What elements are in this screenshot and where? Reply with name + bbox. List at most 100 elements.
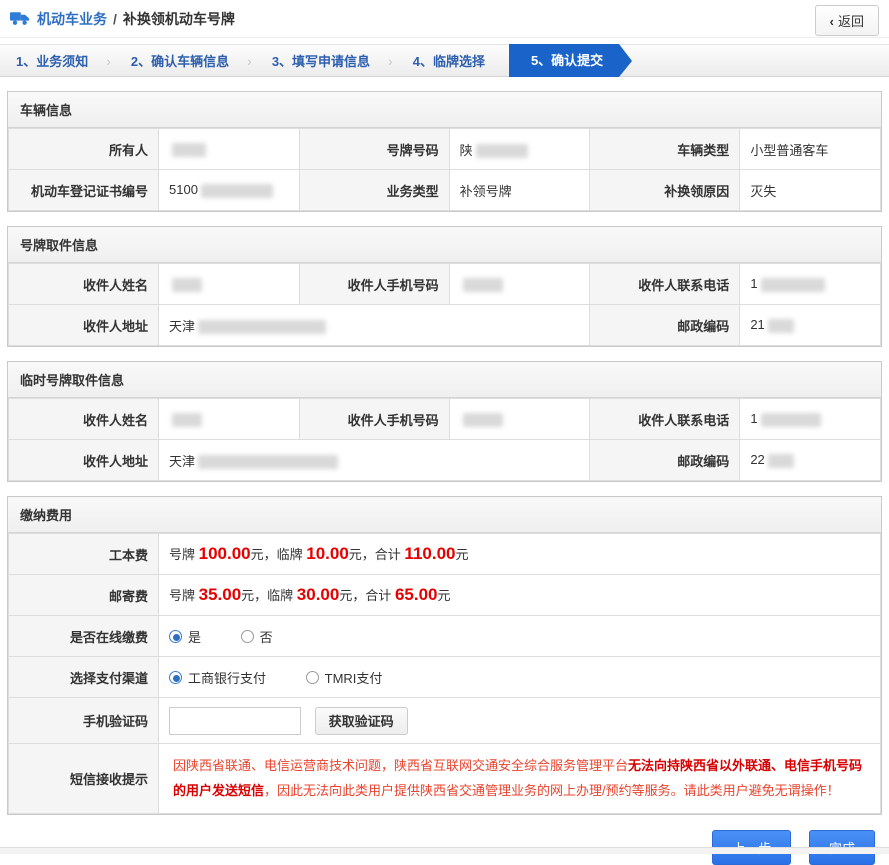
- redacted-value: [761, 278, 825, 292]
- fees-title: 缴纳费用: [8, 497, 881, 533]
- table-row: 收件人地址 天津 邮政编码 22: [9, 440, 881, 481]
- online-payment-no-radio[interactable]: 否: [241, 627, 273, 646]
- fees-section: 缴纳费用 工本费 号牌 100.00元，临牌 10.00元，合计 110.00元…: [7, 496, 882, 815]
- redacted-value: [761, 413, 821, 427]
- online-payment-no-label: 否: [260, 627, 273, 646]
- radio-selected-icon: [169, 671, 182, 684]
- radio-unselected-icon: [306, 671, 319, 684]
- vehicle-info-section: 车辆信息 所有人 号牌号码 陕 车辆类型 小型普通客车 机动车登记证书编号 51…: [7, 91, 882, 212]
- channel-icbc-label: 工商银行支付: [188, 668, 266, 687]
- postage-fee-temp-amount: 30.00: [297, 585, 340, 604]
- recipient-mobile-value: [449, 399, 590, 440]
- vehicle-type-label: 车辆类型: [590, 129, 740, 170]
- step-progress-bar: 1、业务须知 › 2、确认车辆信息 › 3、填写申请信息 › 4、临牌选择 5、…: [0, 44, 889, 77]
- sms-notice-part1: 因陕西省联通、电信运营商技术问题，陕西省互联网交通安全综合服务管理平台: [173, 758, 628, 773]
- fees-table: 工本费 号牌 100.00元，临牌 10.00元，合计 110.00元 邮寄费 …: [8, 533, 881, 814]
- sms-code-input[interactable]: [169, 707, 301, 735]
- business-type-value: 补领号牌: [449, 170, 590, 211]
- redacted-value: [201, 184, 273, 198]
- postal-code-label: 邮政编码: [590, 440, 740, 481]
- online-payment-yes-radio[interactable]: 是: [169, 627, 201, 646]
- step-separator-icon: ›: [106, 53, 111, 69]
- sms-notice-part3: ，因此无法向此类用户提供陕西省交通管理业务的网上办理/预约等服务。请此类用户避免…: [264, 783, 840, 798]
- plate-number-value: 陕: [449, 129, 590, 170]
- redacted-value: [463, 413, 503, 427]
- sms-notice-label: 短信接收提示: [9, 744, 159, 814]
- recipient-name-value: [159, 264, 300, 305]
- temp-plate-pickup-table: 收件人姓名 收件人手机号码 收件人联系电话 1 收件人地址 天津 邮政编码 22: [8, 398, 881, 481]
- plate-pickup-table: 收件人姓名 收件人手机号码 收件人联系电话 1 收件人地址 天津 邮政编码 21: [8, 263, 881, 346]
- plate-pickup-title: 号牌取件信息: [8, 227, 881, 263]
- postage-fee-total-amount: 65.00: [395, 585, 438, 604]
- table-row: 短信接收提示 因陕西省联通、电信运营商技术问题，陕西省互联网交通安全综合服务管理…: [9, 744, 881, 814]
- get-sms-code-button[interactable]: 获取验证码: [315, 707, 408, 735]
- channel-tmri-radio[interactable]: TMRI支付: [306, 668, 383, 687]
- channel-tmri-label: TMRI支付: [325, 668, 383, 687]
- temp-plate-pickup-section: 临时号牌取件信息 收件人姓名 收件人手机号码 收件人联系电话 1 收件人地址 天…: [7, 361, 882, 482]
- radio-unselected-icon: [241, 630, 254, 643]
- postal-code-label: 邮政编码: [590, 305, 740, 346]
- truck-icon: [10, 11, 30, 26]
- redacted-value: [198, 320, 326, 334]
- redacted-value: [172, 143, 206, 157]
- step-5-confirm-submit-active: 5、确认提交: [509, 44, 619, 77]
- postal-code-value: 22: [740, 440, 881, 481]
- recipient-mobile-label: 收件人手机号码: [299, 399, 449, 440]
- postage-fee-plate-amount: 35.00: [199, 585, 242, 604]
- step-separator-icon: ›: [247, 53, 252, 69]
- table-row: 收件人姓名 收件人手机号码 收件人联系电话 1: [9, 399, 881, 440]
- table-row: 工本费 号牌 100.00元，临牌 10.00元，合计 110.00元: [9, 534, 881, 575]
- work-fee-plate-amount: 100.00: [199, 544, 251, 563]
- back-chevron-icon: ‹: [830, 14, 834, 29]
- table-row: 收件人地址 天津 邮政编码 21: [9, 305, 881, 346]
- redacted-value: [768, 319, 794, 333]
- sms-notice-text: 因陕西省联通、电信运营商技术问题，陕西省互联网交通安全综合服务管理平台无法向持陕…: [159, 744, 881, 814]
- recipient-address-label: 收件人地址: [9, 440, 159, 481]
- work-fee-total-amount: 110.00: [404, 544, 455, 563]
- payment-channel-label: 选择支付渠道: [9, 657, 159, 698]
- owner-label: 所有人: [9, 129, 159, 170]
- breadcrumb-business-category[interactable]: 机动车业务: [37, 9, 107, 29]
- plate-pickup-section: 号牌取件信息 收件人姓名 收件人手机号码 收件人联系电话 1 收件人地址 天津 …: [7, 226, 882, 347]
- recipient-phone-value: 1: [740, 399, 881, 440]
- table-row: 是否在线缴费 是 否: [9, 616, 881, 657]
- table-row: 收件人姓名 收件人手机号码 收件人联系电话 1: [9, 264, 881, 305]
- postage-fee-value: 号牌 35.00元，临牌 30.00元，合计 65.00元: [159, 575, 881, 616]
- channel-icbc-radio[interactable]: 工商银行支付: [169, 668, 266, 687]
- step-2-confirm-vehicle: 2、确认车辆信息: [131, 51, 229, 70]
- replace-reason-value: 灭失: [740, 170, 881, 211]
- recipient-phone-label: 收件人联系电话: [590, 264, 740, 305]
- replace-reason-label: 补换领原因: [590, 170, 740, 211]
- table-row: 所有人 号牌号码 陕 车辆类型 小型普通客车: [9, 129, 881, 170]
- recipient-address-value: 天津: [159, 305, 590, 346]
- step-separator-icon: ›: [388, 53, 393, 69]
- registration-cert-label: 机动车登记证书编号: [9, 170, 159, 211]
- temp-plate-pickup-title: 临时号牌取件信息: [8, 362, 881, 398]
- owner-value: [159, 129, 300, 170]
- table-row: 机动车登记证书编号 5100 业务类型 补领号牌 补换领原因 灭失: [9, 170, 881, 211]
- recipient-mobile-label: 收件人手机号码: [299, 264, 449, 305]
- work-fee-label: 工本费: [9, 534, 159, 575]
- back-button[interactable]: ‹ 返回: [815, 5, 879, 36]
- sms-code-label: 手机验证码: [9, 698, 159, 744]
- sms-code-field-cell: 获取验证码: [159, 698, 881, 744]
- redacted-value: [172, 278, 202, 292]
- recipient-name-label: 收件人姓名: [9, 264, 159, 305]
- redacted-value: [463, 278, 503, 292]
- redacted-value: [198, 455, 338, 469]
- postal-code-value: 21: [740, 305, 881, 346]
- recipient-mobile-value: [449, 264, 590, 305]
- redacted-value: [172, 413, 202, 427]
- table-row: 选择支付渠道 工商银行支付 TMRI支付: [9, 657, 881, 698]
- table-row: 手机验证码 获取验证码: [9, 698, 881, 744]
- work-fee-value: 号牌 100.00元，临牌 10.00元，合计 110.00元: [159, 534, 881, 575]
- registration-cert-value: 5100: [159, 170, 300, 211]
- back-button-label: 返回: [838, 14, 864, 29]
- recipient-address-label: 收件人地址: [9, 305, 159, 346]
- step-1-notice: 1、业务须知: [16, 51, 88, 70]
- redacted-value: [476, 144, 528, 158]
- payment-channel-options: 工商银行支付 TMRI支付: [159, 657, 881, 698]
- online-payment-options: 是 否: [159, 616, 881, 657]
- redacted-value: [768, 454, 794, 468]
- recipient-name-value: [159, 399, 300, 440]
